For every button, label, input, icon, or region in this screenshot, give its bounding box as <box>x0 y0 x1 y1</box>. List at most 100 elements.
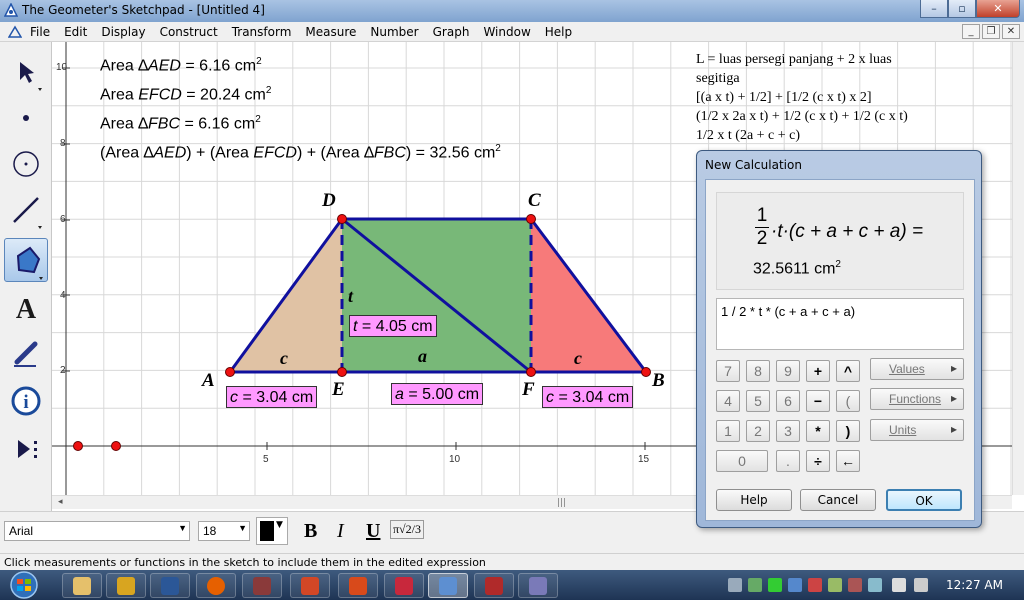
ok-button[interactable]: OK <box>886 489 962 511</box>
volume-icon[interactable] <box>892 578 906 592</box>
bold-button[interactable]: B <box>304 520 317 543</box>
close-button[interactable]: ✕ <box>976 0 1020 18</box>
value-label-t[interactable]: t = 4.05 cm <box>349 315 437 337</box>
menu-window[interactable]: Window <box>483 25 530 39</box>
point-d[interactable] <box>337 214 347 224</box>
taskbar-media[interactable] <box>338 573 378 598</box>
document-icon[interactable] <box>8 25 22 39</box>
unit-point[interactable] <box>111 441 121 451</box>
origin-point[interactable] <box>73 441 83 451</box>
taskbar-app-5[interactable] <box>242 573 282 598</box>
start-button[interactable] <box>2 570 46 600</box>
key-minus[interactable]: − <box>806 390 830 412</box>
menu-help[interactable]: Help <box>545 25 572 39</box>
point-e[interactable] <box>337 367 347 377</box>
key-0[interactable]: 0 <box>716 450 768 472</box>
units-menu-button[interactable]: Units ▸ <box>870 419 964 441</box>
doc-minimize-button[interactable]: _ <box>962 24 980 39</box>
key-divide[interactable]: ÷ <box>806 450 830 472</box>
key-9[interactable]: 9 <box>776 360 800 382</box>
key-close-paren[interactable]: ) <box>836 420 860 442</box>
point-a[interactable] <box>225 367 235 377</box>
tray-icon-7[interactable] <box>848 578 862 592</box>
point-label-e[interactable]: E <box>332 379 345 401</box>
point-label-a[interactable]: A <box>202 370 215 392</box>
menu-file[interactable]: File <box>30 25 50 39</box>
taskbar-word[interactable] <box>150 573 190 598</box>
menu-transform[interactable]: Transform <box>232 25 292 39</box>
functions-menu-button[interactable]: Functions ▸ <box>870 388 964 410</box>
doc-close-button[interactable]: ✕ <box>1002 24 1020 39</box>
point-label-d[interactable]: D <box>322 190 336 212</box>
point-label-f[interactable]: F <box>522 379 535 401</box>
point-label-b[interactable]: B <box>652 370 665 392</box>
menu-edit[interactable]: Edit <box>64 25 87 39</box>
underline-button[interactable]: U <box>366 520 380 543</box>
segment-label-t[interactable]: t <box>348 286 353 307</box>
values-menu-button[interactable]: Values ▸ <box>870 358 964 380</box>
measurement-area-efcd[interactable]: Area EFCD = 20.24 cm2 <box>100 85 271 104</box>
scroll-left-icon[interactable]: ◂ <box>58 497 63 507</box>
marker-tool[interactable] <box>4 332 48 376</box>
measurement-area-fbc[interactable]: Area ∆FBC = 6.16 cm2 <box>100 114 261 133</box>
key-7[interactable]: 7 <box>716 360 740 382</box>
key-3[interactable]: 3 <box>776 420 800 442</box>
key-decimal[interactable]: . <box>776 450 800 472</box>
key-power[interactable]: ^ <box>836 360 860 382</box>
tray-icon-3[interactable] <box>768 578 782 592</box>
key-4[interactable]: 4 <box>716 390 740 412</box>
custom-tool[interactable] <box>4 426 48 470</box>
segment-label-c-left[interactable]: c <box>280 348 288 369</box>
text-tool[interactable]: A <box>4 286 48 330</box>
tray-icon-1[interactable] <box>728 578 742 592</box>
font-size-select[interactable]: 18 ▼ <box>198 521 250 541</box>
point-tool[interactable] <box>4 96 48 140</box>
calculation-total-area[interactable]: (Area ∆AED) + (Area EFCD) + (Area ∆FBC) … <box>100 143 501 162</box>
clock[interactable]: 12:27 AM <box>946 578 1003 592</box>
value-label-a[interactable]: a = 5.00 cm <box>391 383 484 405</box>
taskbar-winamp[interactable] <box>106 573 146 598</box>
tray-icon-2[interactable] <box>748 578 762 592</box>
taskbar-firefox[interactable] <box>196 573 236 598</box>
information-tool[interactable]: i <box>4 380 48 424</box>
taskbar-app-10[interactable] <box>474 573 514 598</box>
arrow-tool[interactable] <box>4 50 48 94</box>
value-label-c-right[interactable]: c = 3.04 cm <box>542 386 634 408</box>
menu-number[interactable]: Number <box>370 25 418 39</box>
key-backspace[interactable]: ← <box>836 450 860 472</box>
menu-display[interactable]: Display <box>101 25 145 39</box>
point-label-c[interactable]: C <box>528 190 541 212</box>
tray-icon-6[interactable] <box>828 578 842 592</box>
point-b[interactable] <box>641 367 651 377</box>
taskbar-explorer[interactable] <box>62 573 102 598</box>
expression-input[interactable]: 1 / 2 * t * (c + a + c + a) <box>716 298 964 350</box>
measurement-area-aed[interactable]: Area ∆AED = 6.16 cm2 <box>100 56 262 75</box>
menu-measure[interactable]: Measure <box>305 25 356 39</box>
key-6[interactable]: 6 <box>776 390 800 412</box>
value-label-c-left[interactable]: c = 3.04 cm <box>226 386 318 408</box>
key-plus[interactable]: + <box>806 360 830 382</box>
network-icon[interactable] <box>868 578 882 592</box>
key-2[interactable]: 2 <box>746 420 770 442</box>
key-open-paren[interactable]: ( <box>836 390 860 412</box>
taskbar-app-8[interactable] <box>384 573 424 598</box>
polygon-tool[interactable] <box>4 238 48 282</box>
notes-text[interactable]: L = luas persegi panjang + 2 x luas segi… <box>696 50 936 145</box>
math-format-button[interactable]: π√2/3 <box>390 520 424 539</box>
key-5[interactable]: 5 <box>746 390 770 412</box>
font-family-select[interactable]: Arial ▼ <box>4 521 190 541</box>
taskbar-sketchpad[interactable] <box>428 573 468 598</box>
doc-restore-button[interactable]: ❐ <box>982 24 1000 39</box>
compass-tool[interactable] <box>4 142 48 186</box>
minimize-button[interactable]: – <box>920 0 948 18</box>
scroll-grip-icon[interactable]: ||| <box>557 498 566 508</box>
segment-label-a[interactable]: a <box>418 346 427 367</box>
text-color-picker[interactable]: ▼ <box>256 517 288 545</box>
italic-button[interactable]: I <box>337 520 344 543</box>
tray-icon-4[interactable] <box>788 578 802 592</box>
tray-icon-5[interactable] <box>808 578 822 592</box>
taskbar-app-11[interactable] <box>518 573 558 598</box>
key-8[interactable]: 8 <box>746 360 770 382</box>
flag-icon[interactable] <box>914 578 928 592</box>
maximize-button[interactable]: ▫ <box>948 0 976 18</box>
